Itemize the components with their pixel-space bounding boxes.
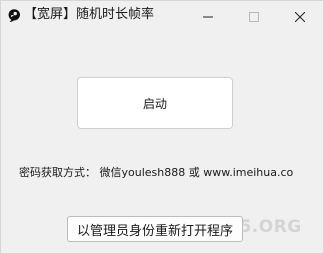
minimize-icon bbox=[203, 7, 213, 26]
restart-as-admin-button[interactable]: 以管理员身份重新打开程序 bbox=[67, 216, 243, 242]
title-bar[interactable]: 【宽屏】随机时长帧率 bbox=[1, 1, 323, 31]
client-area: 启动 密码获取方式： 微信youlesh888 或 www.imeihua.co… bbox=[1, 31, 323, 253]
maximize-button[interactable] bbox=[231, 1, 277, 31]
start-button[interactable]: 启动 bbox=[77, 77, 233, 129]
close-icon bbox=[294, 7, 306, 26]
window-title: 【宽屏】随机时长帧率 bbox=[24, 7, 155, 22]
close-button[interactable] bbox=[277, 1, 323, 31]
minimize-button[interactable] bbox=[185, 1, 231, 31]
app-logo-icon bbox=[6, 8, 22, 24]
app-window: 【宽屏】随机时长帧率 启动 密码获取方式： 微信youlesh888 或 www… bbox=[0, 0, 324, 254]
maximize-icon bbox=[249, 7, 259, 26]
password-info-text: 密码获取方式： 微信youlesh888 或 www.imeihua.co bbox=[19, 166, 294, 179]
